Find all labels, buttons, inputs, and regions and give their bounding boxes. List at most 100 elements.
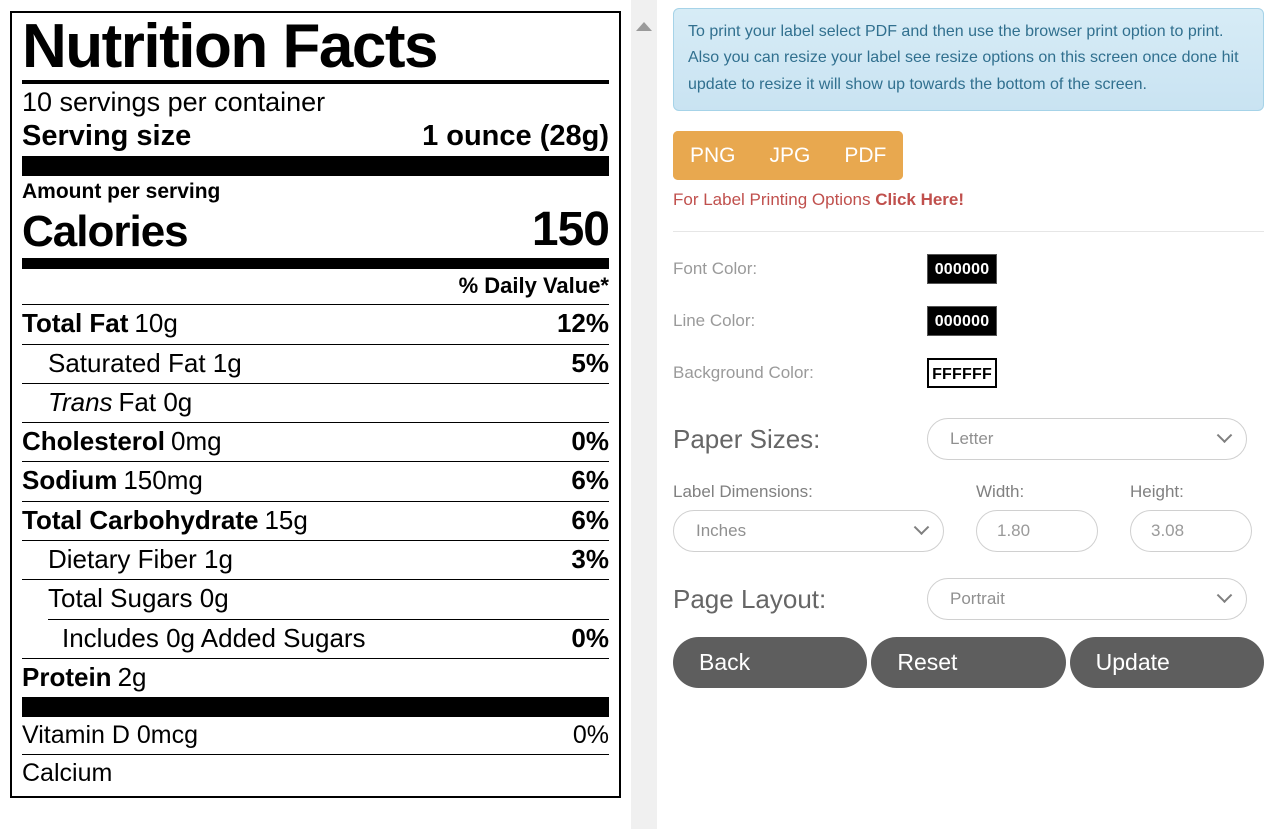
chevron-down-icon xyxy=(1216,427,1233,443)
export-png-button[interactable]: PNG xyxy=(673,131,753,181)
table-row: Cholesterol 0mg 0% xyxy=(22,423,609,461)
nutrient-dv: 6% xyxy=(571,504,609,535)
nutrient-amount: 15g xyxy=(264,504,308,535)
page-layout-row: Page Layout: Portrait xyxy=(673,578,1264,621)
font-color-label: Font Color: xyxy=(673,259,758,279)
nutrient-dv: 5% xyxy=(571,347,609,378)
table-row: Vitamin D 0mcg 0% xyxy=(22,717,609,754)
nutrient-amount: 2g xyxy=(117,661,147,692)
nutrient-dv: 3% xyxy=(571,543,609,574)
action-button-row: Back Reset Update xyxy=(673,637,1264,689)
nutrient-name-italic: Trans xyxy=(48,386,113,417)
width-label: Width: xyxy=(976,482,1025,502)
paper-sizes-row: Paper Sizes: Letter xyxy=(673,418,1264,461)
thick-bar-after-protein xyxy=(22,697,609,718)
vitamin-dv: 0% xyxy=(572,721,609,750)
update-button[interactable]: Update xyxy=(1069,637,1264,689)
table-row: Includes 0g Added Sugars 0% xyxy=(22,620,609,658)
width-input[interactable] xyxy=(976,510,1098,553)
paper-size-select[interactable]: Letter xyxy=(927,418,1247,461)
label-options-pane: To print your label select PDF and then … xyxy=(657,0,1264,829)
click-here-link[interactable]: Click Here! xyxy=(875,190,964,209)
vertical-scrollbar[interactable] xyxy=(631,0,657,829)
label-dimensions-row: Label Dimensions: Inches Width: Height: xyxy=(673,482,1264,553)
table-row: Protein 2g xyxy=(22,659,609,697)
height-input[interactable] xyxy=(1130,510,1252,553)
table-row: Sodium 150mg 6% xyxy=(22,462,609,500)
label-dimensions-label: Label Dimensions: xyxy=(673,482,813,502)
paper-size-value: Letter xyxy=(950,429,994,449)
background-color-row: Background Color: FFFFFF xyxy=(673,358,1264,389)
nutrient-amount: Includes 0g Added Sugars xyxy=(62,622,366,653)
vitamin-name: Vitamin D 0mcg xyxy=(22,721,198,750)
reset-button[interactable]: Reset xyxy=(871,637,1066,689)
nutrient-amount: 150mg xyxy=(123,465,203,496)
export-pdf-button[interactable]: PDF xyxy=(827,131,904,181)
serving-size-value: 1 ounce (28g) xyxy=(422,119,609,152)
amount-per-serving-label: Amount per serving xyxy=(22,180,221,204)
background-color-input[interactable]: FFFFFF xyxy=(927,358,997,389)
nutrient-dv: 6% xyxy=(571,465,609,496)
line-color-input[interactable]: 000000 xyxy=(927,306,997,337)
nutrition-label-preview-pane: Nutrition Facts 10 servings per containe… xyxy=(0,0,631,829)
nutrient-dv: 12% xyxy=(556,308,609,339)
nutrition-facts-label: Nutrition Facts 10 servings per containe… xyxy=(10,11,621,799)
servings-per-container: 10 servings per container xyxy=(22,86,326,117)
line-color-label: Line Color: xyxy=(673,311,756,331)
height-label: Height: xyxy=(1130,482,1184,502)
section-divider xyxy=(673,231,1264,233)
nutrient-name: Protein xyxy=(22,661,112,692)
nutrient-name: Total Fat xyxy=(22,308,129,339)
bar-after-calories xyxy=(22,257,609,269)
chevron-down-icon xyxy=(1216,587,1233,603)
nutrient-amount: Dietary Fiber 1g xyxy=(48,543,233,574)
nutrient-name: Total Carbohydrate xyxy=(22,504,259,535)
thick-bar-after-serving-size xyxy=(22,156,609,177)
export-jpg-button[interactable]: JPG xyxy=(752,131,828,181)
export-format-button-group: PNG JPG PDF xyxy=(673,131,904,181)
line-color-row: Line Color: 000000 xyxy=(673,306,1264,337)
table-row: Total Sugars 0g xyxy=(22,580,609,618)
chevron-down-icon xyxy=(913,519,930,535)
font-color-row: Font Color: 000000 xyxy=(673,254,1264,285)
label-dimensions-select[interactable]: Inches xyxy=(673,510,944,553)
nutrient-dv: 0% xyxy=(571,622,609,653)
background-color-label: Background Color: xyxy=(673,363,814,383)
table-row: Calcium xyxy=(22,755,609,792)
label-dimensions-field: Label Dimensions: Inches xyxy=(673,482,944,553)
print-instructions-info-box: To print your label select PDF and then … xyxy=(673,8,1264,112)
daily-value-header: % Daily Value* xyxy=(458,272,609,298)
table-row: Dietary Fiber 1g 3% xyxy=(22,541,609,579)
nutrient-amount: Saturated Fat 1g xyxy=(48,347,242,378)
table-row: Trans Fat 0g xyxy=(22,384,609,422)
vitamin-name: Calcium xyxy=(22,759,113,788)
calories-value: 150 xyxy=(531,202,610,256)
table-row: Total Carbohydrate 15g 6% xyxy=(22,502,609,540)
print-options-text: For Label Printing Options xyxy=(673,190,876,210)
serving-size-row: Serving size 1 ounce (28g) xyxy=(22,119,609,157)
page-layout-value: Portrait xyxy=(950,589,1005,609)
nutrient-amount: 10g xyxy=(134,308,178,339)
back-button[interactable]: Back xyxy=(673,637,868,689)
font-color-input[interactable]: 000000 xyxy=(927,254,997,285)
app-root: Nutrition Facts 10 servings per containe… xyxy=(0,0,1264,829)
calories-row: Calories 150 xyxy=(22,202,610,258)
nutrient-name: Sodium xyxy=(22,465,118,496)
height-field: Height: xyxy=(1130,482,1252,553)
label-printing-options-link[interactable]: For Label Printing Options Click Here! xyxy=(673,189,1264,211)
serving-size-label: Serving size xyxy=(22,119,192,152)
nutrient-amount: Fat 0g xyxy=(118,386,193,417)
nutrient-name: Cholesterol xyxy=(22,426,166,457)
calories-label: Calories xyxy=(22,206,189,256)
page-layout-select[interactable]: Portrait xyxy=(927,578,1247,621)
width-field: Width: xyxy=(976,482,1098,553)
paper-sizes-label: Paper Sizes: xyxy=(673,423,821,454)
page-layout-label: Page Layout: xyxy=(673,583,827,614)
table-row: Total Fat 10g 12% xyxy=(22,305,609,343)
label-dimensions-value: Inches xyxy=(696,521,747,541)
table-row: Saturated Fat 1g 5% xyxy=(22,345,609,383)
nutrition-facts-title: Nutrition Facts xyxy=(22,12,438,81)
scroll-up-arrow-icon[interactable] xyxy=(636,22,652,31)
nutrient-dv: 0% xyxy=(571,426,609,457)
nutrient-amount: 0mg xyxy=(171,426,222,457)
